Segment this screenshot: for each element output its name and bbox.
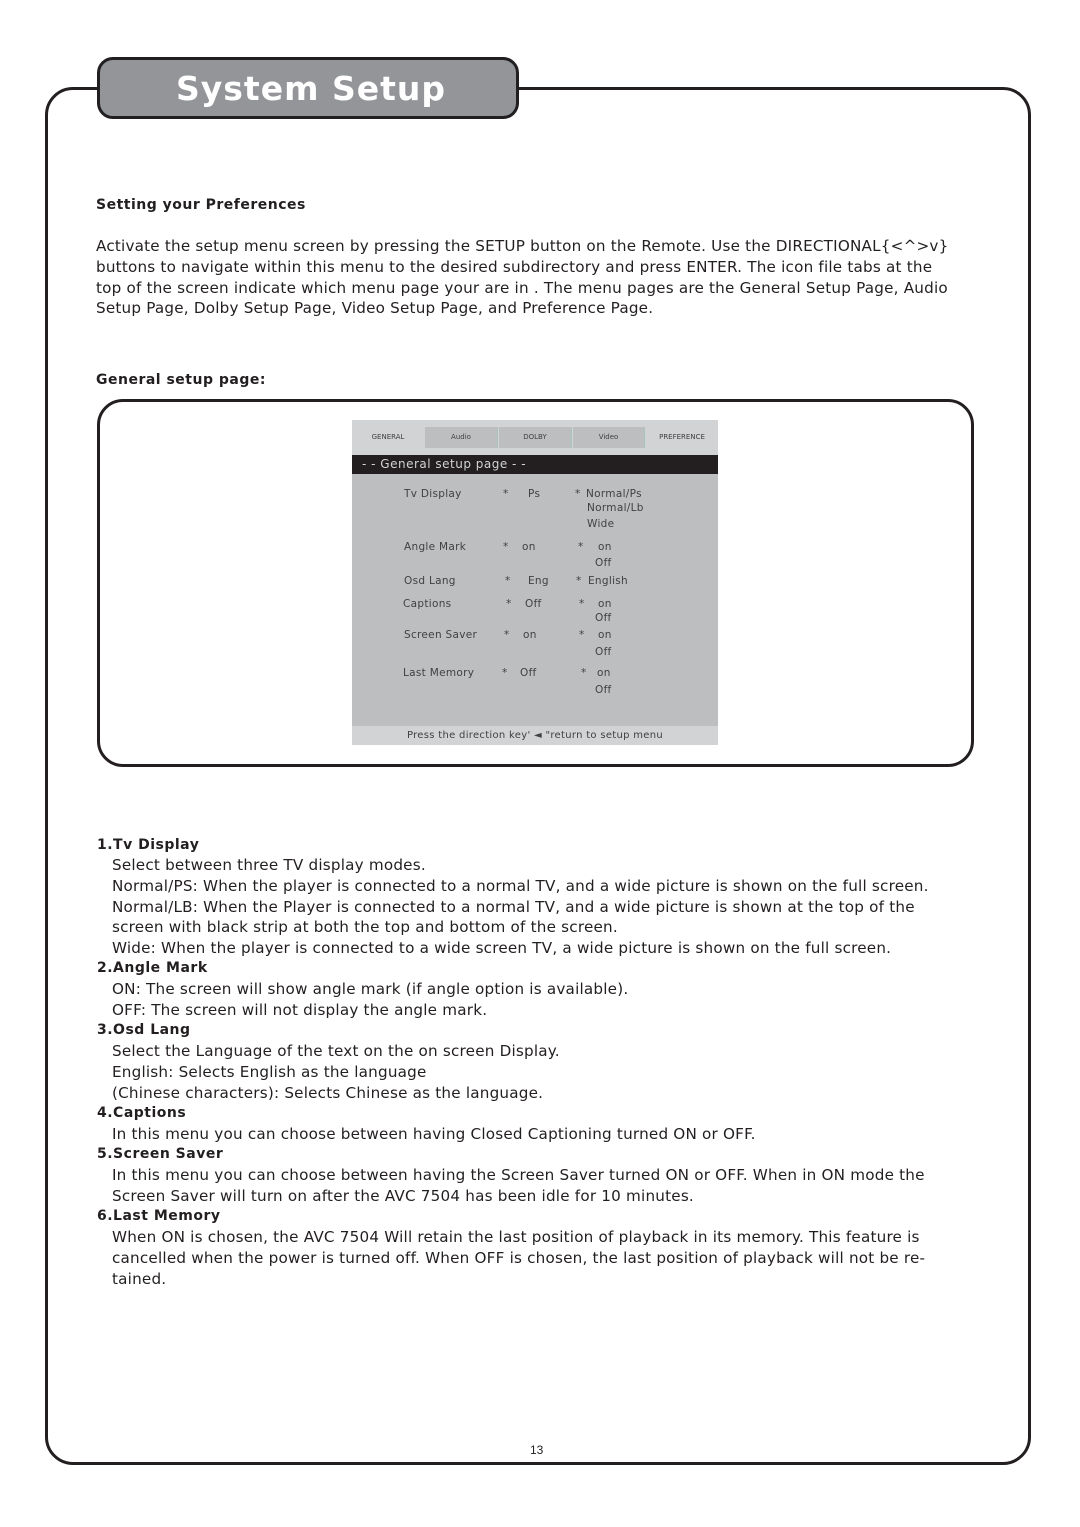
section-line: In this menu you can choose between havi… xyxy=(112,1125,756,1143)
section-line: ON: The screen will show angle mark (if … xyxy=(112,980,629,998)
osd-option[interactable]: Normal/Ps xyxy=(586,488,642,500)
page-title: System Setup xyxy=(176,69,446,108)
section-line: Normal/LB: When the Player is connected … xyxy=(112,897,915,916)
intro-paragraph: Activate the setup menu screen by pressi… xyxy=(96,236,948,319)
osd-bullet: * xyxy=(503,488,509,500)
osd-tab-audio[interactable]: Audio xyxy=(425,427,498,448)
osd-row-label[interactable]: Tv Display xyxy=(404,488,462,500)
section-line: Normal/PS: When the player is connected … xyxy=(112,876,929,895)
osd-bullet: * xyxy=(579,629,585,641)
osd-bullet: * xyxy=(576,575,582,587)
osd-tab-dolby[interactable]: DOLBY xyxy=(499,427,572,448)
section-line: English: Selects English as the language xyxy=(112,1062,427,1081)
intro-line: top of the screen indicate which menu pa… xyxy=(96,278,948,297)
section-heading-osd-lang: 3.Osd Lang xyxy=(97,1022,191,1038)
osd-tab-preference[interactable]: PREFERENCE xyxy=(646,427,718,448)
osd-bullet: * xyxy=(502,667,508,679)
osd-option[interactable]: on xyxy=(598,598,612,610)
section-line: Screen Saver will turn on after the AVC … xyxy=(112,1186,694,1205)
section-body-tv-display: Select between three TV display modes. N… xyxy=(112,855,929,959)
osd-bullet: * xyxy=(579,598,585,610)
section-body-angle-mark: ON: The screen will show angle mark (if … xyxy=(112,979,628,1021)
osd-option[interactable]: on xyxy=(597,667,611,679)
general-setup-heading: General setup page: xyxy=(96,372,266,388)
osd-option[interactable]: Off xyxy=(595,646,612,658)
osd-row-label[interactable]: Captions xyxy=(403,598,451,610)
osd-row-label[interactable]: Last Memory xyxy=(403,667,474,679)
osd-current-value: Off xyxy=(520,667,537,679)
osd-tab-general[interactable]: GENERAL xyxy=(352,427,424,448)
section-line: Wide: When the player is connected to a … xyxy=(112,939,892,958)
osd-row-label[interactable]: Osd Lang xyxy=(404,575,456,587)
section-line: (Chinese characters): Selects Chinese as… xyxy=(112,1083,544,1102)
osd-tab-video[interactable]: Video xyxy=(573,427,645,448)
section-body-captions: In this menu you can choose between havi… xyxy=(112,1124,756,1145)
section-line: In this menu you can choose between havi… xyxy=(112,1166,925,1184)
osd-current-value: Ps xyxy=(528,488,541,500)
osd-tab-bar: GENERAL Audio DOLBY Video PREFERENCE xyxy=(352,420,718,455)
osd-row-label[interactable]: Angle Mark xyxy=(404,541,466,553)
osd-current-value: on xyxy=(523,629,537,641)
title-tab: System Setup xyxy=(97,57,519,119)
intro-line: Setup Page, Dolby Setup Page, Video Setu… xyxy=(96,299,654,318)
osd-option[interactable]: on xyxy=(598,629,612,641)
section-heading-angle-mark: 2.Angle Mark xyxy=(97,960,208,976)
osd-option[interactable]: Wide xyxy=(587,518,614,530)
section-body-osd-lang: Select the Language of the text on the o… xyxy=(112,1041,560,1103)
section-body-screen-saver: In this menu you can choose between havi… xyxy=(112,1165,925,1207)
osd-current-value: on xyxy=(522,541,536,553)
osd-option[interactable]: English xyxy=(588,575,628,587)
osd-option[interactable]: Normal/Lb xyxy=(587,502,644,514)
osd-row-label[interactable]: Screen Saver xyxy=(404,629,477,641)
osd-current-value: Off xyxy=(525,598,542,610)
osd-option[interactable]: Off xyxy=(595,684,612,696)
section-heading-captions: 4.Captions xyxy=(97,1105,187,1121)
osd-bullet: * xyxy=(505,575,511,587)
osd-bullet: * xyxy=(578,541,584,553)
intro-heading: Setting your Preferences xyxy=(96,197,306,213)
osd-bullet: * xyxy=(503,541,509,553)
osd-menu-panel: GENERAL Audio DOLBY Video PREFERENCE - -… xyxy=(352,420,718,745)
section-line: cancelled when the power is turned off. … xyxy=(112,1248,926,1267)
page-number: 13 xyxy=(530,1443,544,1457)
osd-bullet: * xyxy=(575,488,581,500)
section-body-last-memory: When ON is chosen, the AVC 7504 Will ret… xyxy=(112,1227,925,1289)
section-heading-tv-display: 1.Tv Display xyxy=(97,837,200,853)
section-line: OFF: The screen will not display the ang… xyxy=(112,1000,488,1019)
osd-bullet: * xyxy=(581,667,587,679)
intro-line: buttons to navigate within this menu to … xyxy=(96,257,933,276)
osd-option[interactable]: Off xyxy=(595,612,612,624)
section-line: When ON is chosen, the AVC 7504 Will ret… xyxy=(112,1228,920,1246)
section-heading-last-memory: 6.Last Memory xyxy=(97,1208,221,1224)
osd-bullet: * xyxy=(506,598,512,610)
osd-footer-hint: Press the direction key' ◄ "return to se… xyxy=(352,726,718,745)
intro-line: Activate the setup menu screen by pressi… xyxy=(96,237,949,255)
osd-option[interactable]: Off xyxy=(595,557,612,569)
osd-bullet: * xyxy=(504,629,510,641)
section-line: screen with black strip at both the top … xyxy=(112,918,618,937)
section-heading-screen-saver: 5.Screen Saver xyxy=(97,1146,224,1162)
section-line: Select the Language of the text on the o… xyxy=(112,1042,560,1060)
section-line: tained. xyxy=(112,1269,167,1288)
section-line: Select between three TV display modes. xyxy=(112,856,426,874)
osd-option[interactable]: on xyxy=(598,541,612,553)
osd-page-header: - - General setup page - - xyxy=(352,455,718,474)
osd-current-value: Eng xyxy=(528,575,549,587)
